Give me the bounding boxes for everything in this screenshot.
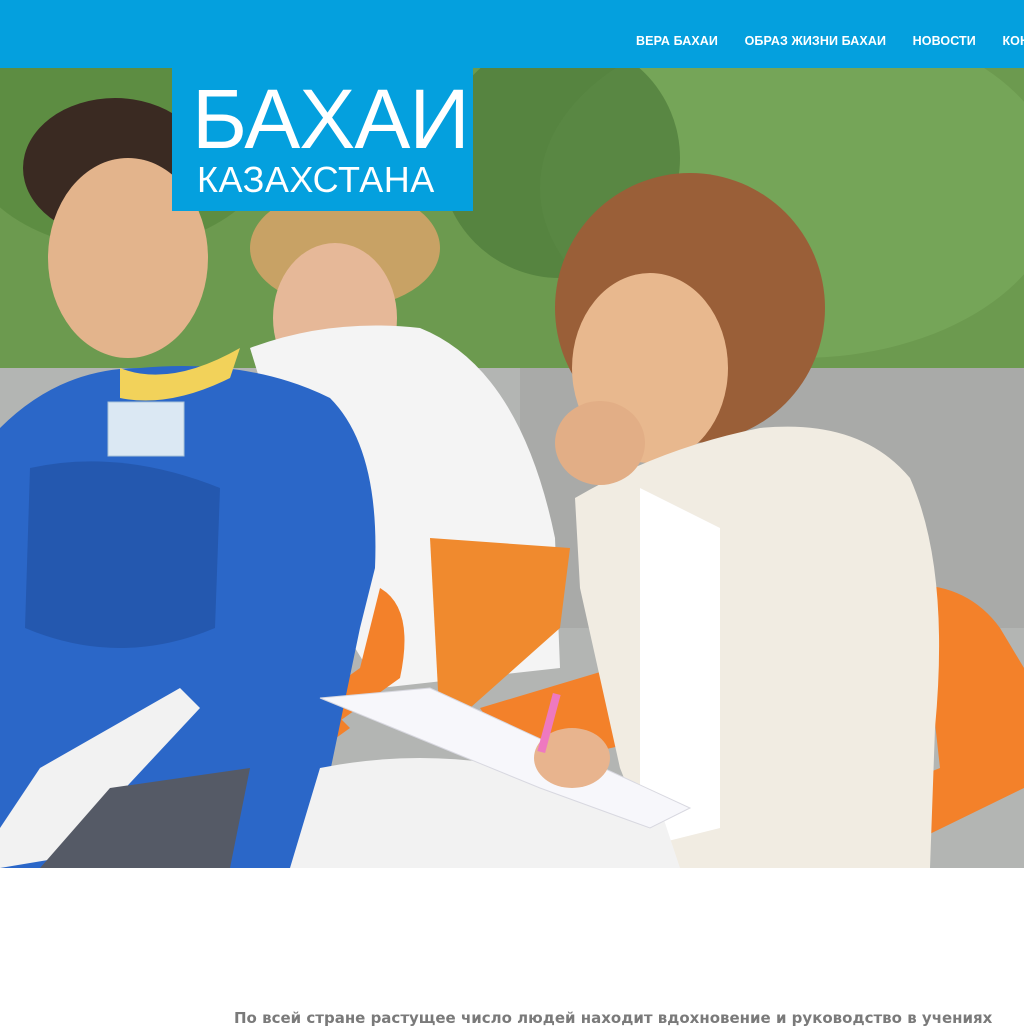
site-logo[interactable]: БАХАИ КАЗАХСТАНА (172, 68, 473, 211)
nav-item-contacts[interactable]: КОНТАКТЫ (1002, 34, 1024, 48)
logo-subtitle: КАЗАХСТАНА (197, 159, 435, 200)
main-menu: ВЕРА БАХАИ ОБРАЗ ЖИЗНИ БАХАИ НОВОСТИ КОН… (636, 34, 1024, 48)
nav-item-news[interactable]: НОВОСТИ (913, 34, 976, 48)
intro-text: По всей стране растущее число людей нахо… (234, 1009, 993, 1027)
nav-item-faith[interactable]: ВЕРА БАХАИ (636, 34, 718, 48)
hero-illustration (0, 68, 1024, 868)
top-navigation-bar: ВЕРА БАХАИ ОБРАЗ ЖИЗНИ БАХАИ НОВОСТИ КОН… (0, 0, 1024, 68)
nav-item-way-of-life[interactable]: ОБРАЗ ЖИЗНИ БАХАИ (745, 34, 886, 48)
logo-title: БАХАИ (192, 72, 470, 166)
hero-photo (0, 68, 1024, 868)
